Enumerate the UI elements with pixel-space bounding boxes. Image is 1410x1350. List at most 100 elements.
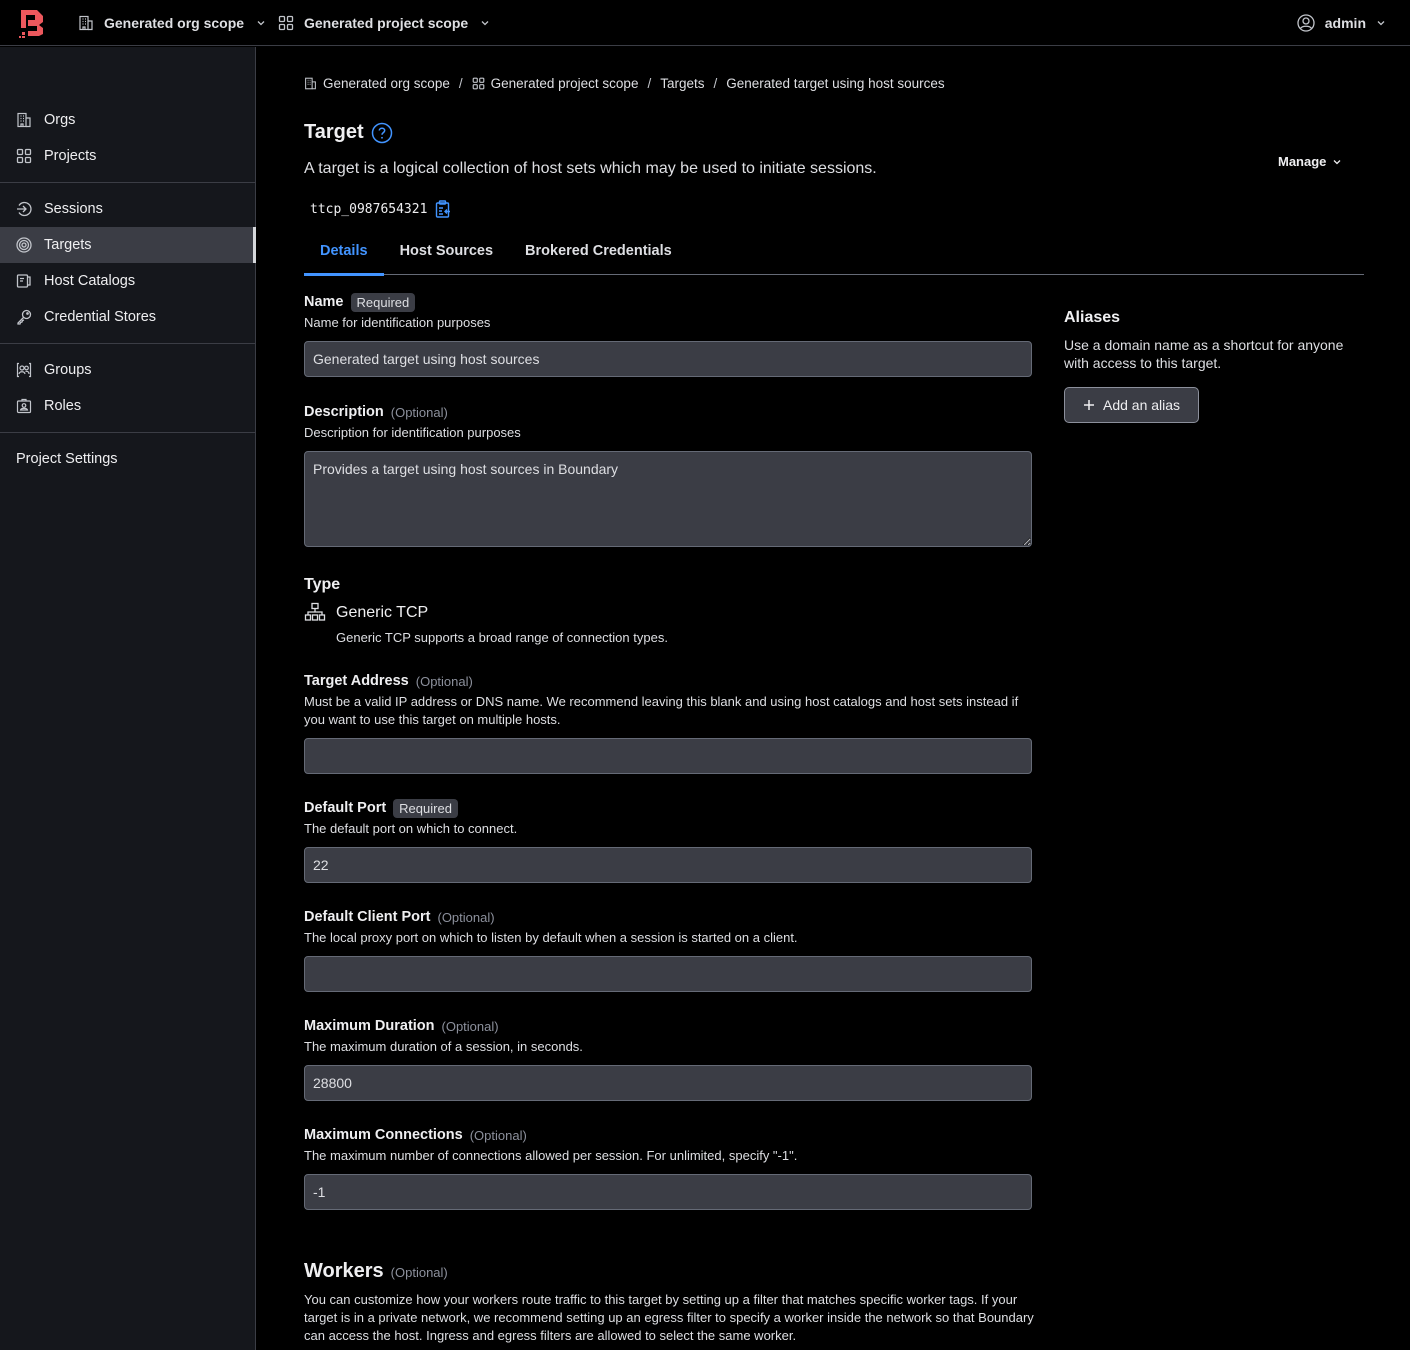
- max-duration-input[interactable]: [304, 1065, 1032, 1101]
- sidebar-item-groups[interactable]: Groups: [0, 352, 255, 388]
- required-badge: Required: [393, 798, 458, 818]
- default-port-input[interactable]: [304, 847, 1032, 883]
- default-client-port-field: Default Client Port (Optional) The local …: [304, 907, 1032, 992]
- sidebar-item-label: Groups: [44, 362, 92, 378]
- description-helper-text: Description for identification purposes: [304, 425, 521, 440]
- tab-host-sources[interactable]: Host Sources: [384, 227, 509, 274]
- default-port-label: Default Port: [304, 800, 387, 816]
- description-textarea[interactable]: Provides a target using host sources in …: [304, 451, 1032, 547]
- max-connections-input[interactable]: [304, 1174, 1032, 1210]
- users-icon: [16, 362, 32, 378]
- target-details-form: Name Required Name for identification pur…: [304, 292, 1034, 1345]
- user-name: admin: [1324, 15, 1366, 31]
- target-id-text: ttcp_0987654321: [310, 201, 428, 217]
- optional-indicator: (Optional): [469, 1127, 527, 1143]
- target-icon: [16, 237, 32, 253]
- network-icon: [304, 602, 326, 621]
- add-alias-button[interactable]: Add an alias: [1064, 387, 1200, 423]
- optional-indicator: (Optional): [415, 673, 473, 689]
- clipboard-copy-icon[interactable]: [435, 200, 451, 218]
- sidebar-item-credential-stores[interactable]: Credential Stores: [0, 299, 255, 335]
- grid-icon: [16, 148, 32, 164]
- chevron-down-icon: [1377, 21, 1385, 26]
- tab-label: Details: [320, 242, 368, 259]
- help-icon[interactable]: [371, 122, 393, 144]
- breadcrumb-label: Generated org scope: [323, 76, 450, 91]
- tab-brokered-credentials[interactable]: Brokered Credentials: [509, 227, 688, 274]
- name-field: Name Required Name for identification pur…: [304, 292, 1032, 377]
- breadcrumb-label: Targets: [660, 76, 705, 91]
- optional-indicator: (Optional): [390, 404, 448, 420]
- target-address-helper-text: Must be a valid IP address or DNS name. …: [304, 694, 1019, 727]
- sidebar-item-projects[interactable]: Projects: [0, 138, 255, 174]
- target-id: ttcp_0987654321: [310, 200, 451, 218]
- page-title: Target: [304, 121, 393, 144]
- sidebar-item-host-catalogs[interactable]: Host Catalogs: [0, 263, 255, 299]
- sidebar-group-scopes: Orgs Projects: [0, 94, 255, 182]
- default-client-port-label: Default Client Port: [304, 909, 431, 925]
- manage-dropdown[interactable]: Manage: [1278, 154, 1342, 169]
- sidebar-item-targets[interactable]: Targets: [0, 227, 256, 263]
- sidebar-group-resources: Sessions Targets Host Catalogs Credentia…: [0, 183, 256, 343]
- project-scope-dropdown[interactable]: Generated project scope: [278, 0, 490, 46]
- building-icon: [17, 112, 31, 128]
- aliases-panel: Aliases Use a domain name as a shortcut …: [1064, 309, 1364, 423]
- grid-icon: [472, 77, 484, 90]
- sidebar-item-label: Orgs: [44, 112, 76, 128]
- breadcrumb-label: Generated target using host sources: [726, 76, 945, 91]
- sidebar-item-project-settings[interactable]: Project Settings: [0, 441, 255, 477]
- breadcrumb-project[interactable]: Generated project scope: [472, 76, 639, 91]
- aliases-title: Aliases: [1064, 309, 1121, 326]
- breadcrumb-separator: /: [458, 76, 463, 91]
- max-connections-helper-text: The maximum number of connections allowe…: [304, 1148, 798, 1163]
- sidebar-item-roles[interactable]: Roles: [0, 388, 255, 424]
- optional-indicator: (Optional): [437, 909, 495, 925]
- name-input[interactable]: [304, 341, 1032, 377]
- max-duration-helper-text: The maximum duration of a session, in se…: [304, 1039, 583, 1054]
- breadcrumb-separator: /: [647, 76, 652, 91]
- page-title-text: Target: [304, 121, 364, 143]
- sidebar-item-orgs[interactable]: Orgs: [0, 102, 255, 138]
- default-client-port-helper-text: The local proxy port on which to listen …: [304, 930, 798, 945]
- breadcrumb-separator: /: [713, 76, 718, 91]
- default-port-helper-text: The default port on which to connect.: [304, 821, 518, 836]
- workers-title: Workers: [304, 1260, 384, 1282]
- target-address-input[interactable]: [304, 738, 1032, 774]
- sidebar-group-iam: Groups Roles: [0, 344, 255, 432]
- user-menu-dropdown[interactable]: admin: [1297, 0, 1386, 46]
- boundary-logo-icon[interactable]: [19, 8, 45, 38]
- default-port-field: Default Port Required The default port on…: [304, 798, 1032, 883]
- org-scope-dropdown[interactable]: Generated org scope: [78, 0, 266, 46]
- tab-bar: Details Host Sources Brokered Credential…: [304, 227, 1364, 276]
- name-label: Name: [304, 294, 344, 310]
- aliases-description: Use a domain name as a shortcut for anyo…: [1064, 337, 1344, 371]
- building-icon: [79, 15, 93, 31]
- sidebar-item-label: Roles: [44, 398, 82, 414]
- sidebar-item-label: Host Catalogs: [44, 273, 136, 289]
- breadcrumb-current[interactable]: Generated target using host sources: [726, 76, 944, 91]
- max-connections-label: Maximum Connections: [304, 1127, 463, 1143]
- page-description: A target is a logical collection of host…: [304, 160, 877, 177]
- org-scope-label: Generated org scope: [104, 15, 245, 31]
- sidebar-item-label: Targets: [44, 237, 92, 253]
- add-alias-label: Add an alias: [1103, 397, 1181, 413]
- sidebar-item-sessions[interactable]: Sessions: [0, 191, 255, 227]
- sidebar-group-settings: Project Settings: [0, 433, 255, 485]
- project-scope-label: Generated project scope: [304, 15, 469, 31]
- type-description: Generic TCP supports a broad range of co…: [336, 630, 668, 645]
- grid-icon: [278, 15, 294, 31]
- max-connections-field: Maximum Connections (Optional) The maximu…: [304, 1125, 1032, 1210]
- tab-details[interactable]: Details: [304, 227, 384, 276]
- chevron-down-icon: [1333, 159, 1341, 164]
- default-client-port-input[interactable]: [304, 956, 1032, 992]
- breadcrumb-org[interactable]: Generated org scope: [304, 76, 450, 91]
- breadcrumb-label: Generated project scope: [490, 76, 639, 91]
- manage-label: Manage: [1278, 154, 1327, 169]
- breadcrumb-targets[interactable]: Targets: [660, 76, 704, 91]
- description-field: Description (Optional) Description for id…: [304, 402, 1032, 552]
- entry-point-icon: [17, 201, 32, 217]
- optional-indicator: (Optional): [390, 1265, 448, 1280]
- required-badge: Required: [350, 292, 416, 312]
- sidebar-item-label: Projects: [44, 148, 97, 164]
- target-address-field: Target Address (Optional) Must be a valid…: [304, 671, 1032, 774]
